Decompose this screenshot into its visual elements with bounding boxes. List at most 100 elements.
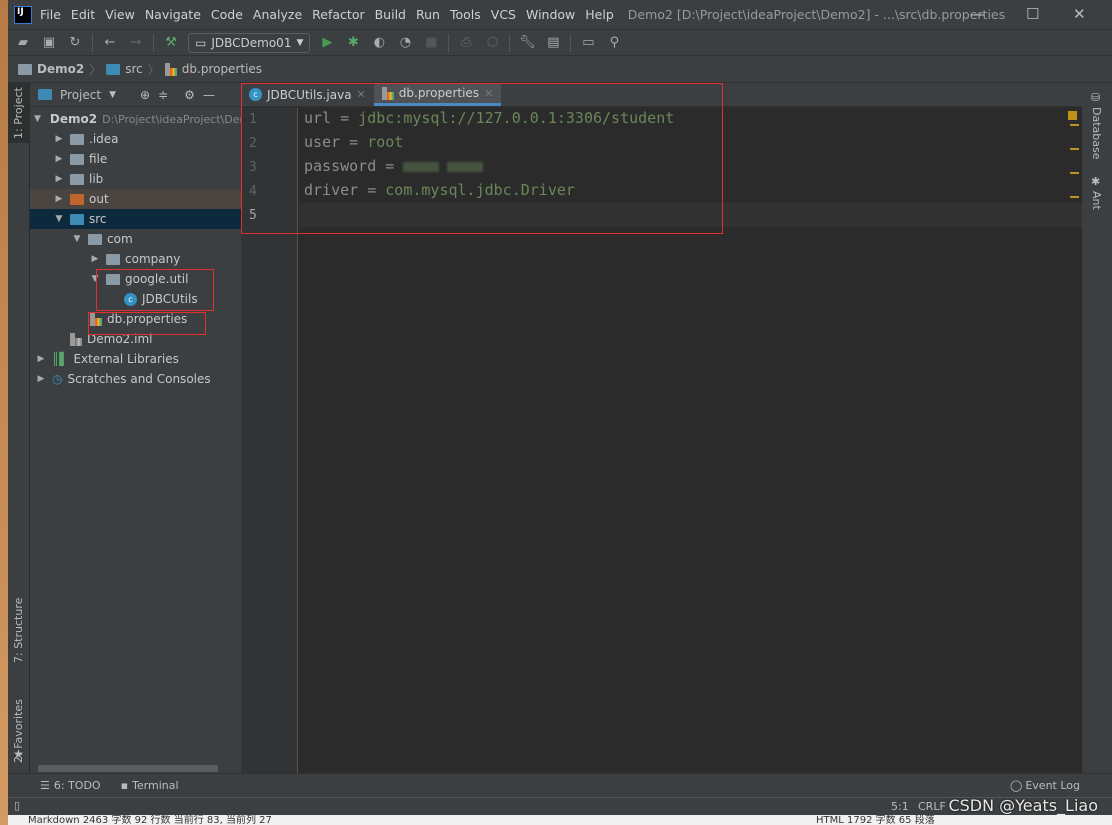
menu-view[interactable]: View [105, 7, 135, 22]
maximize-icon[interactable]: ☐ [1026, 5, 1039, 23]
horizontal-scrollbar[interactable] [38, 765, 218, 772]
background-status-left: Markdown 2463 字数 92 行数 当前行 83, 当前列 27 [28, 815, 272, 825]
highlight-box [96, 269, 214, 311]
menu-help[interactable]: Help [585, 7, 614, 22]
tree-item-out[interactable]: ▶ out [30, 189, 241, 209]
collapsed-arrow-icon[interactable]: ▶ [52, 194, 66, 204]
locate-icon[interactable]: ⊕ [140, 88, 150, 102]
caret-position[interactable]: 5:1 [891, 800, 909, 813]
run-icon[interactable]: ▶ [318, 34, 336, 52]
tree-label: com [107, 232, 133, 246]
tree-label: lib [89, 172, 104, 186]
deploy-icon[interactable]: ⬡ [483, 34, 501, 52]
minimize-icon[interactable]: — [970, 5, 985, 23]
terminal-window-icon[interactable]: ▭ [579, 34, 597, 52]
toggle-tool-windows-icon[interactable]: ▯ [14, 799, 20, 812]
collapsed-arrow-icon[interactable]: ▶ [52, 174, 66, 184]
background-editor-status: Markdown 2463 字数 92 行数 当前行 83, 当前列 27 HT… [8, 815, 1112, 825]
terminal-tool-button[interactable]: Terminal [132, 779, 179, 792]
tree-item-scratches[interactable]: ▶ ◷ Scratches and Consoles [30, 369, 241, 389]
collapsed-arrow-icon[interactable]: ▶ [34, 354, 48, 364]
hide-icon[interactable]: — [203, 88, 215, 102]
collapsed-arrow-icon[interactable]: ▶ [52, 134, 66, 144]
todo-tool-button[interactable]: 6: TODO [54, 779, 101, 792]
expanded-arrow-icon[interactable]: ▼ [70, 234, 84, 244]
editor: c JDBCUtils.java ✕ db.properties ✕ 1 2 3 4 … [241, 83, 1082, 773]
settings-wrench-icon[interactable]: 🔧︎ [518, 34, 536, 52]
project-tool-button[interactable]: 1: Project [12, 87, 25, 139]
chevron-down-icon: ▼ [296, 37, 304, 48]
close-icon[interactable]: ✕ [1073, 5, 1086, 23]
collapsed-arrow-icon[interactable]: ▶ [52, 154, 66, 164]
warning-marker[interactable] [1070, 148, 1079, 150]
event-log-button[interactable]: Event Log [1025, 779, 1080, 792]
warning-marker[interactable] [1070, 172, 1079, 174]
chevron-down-icon[interactable]: ▼ [109, 90, 116, 100]
coverage-icon[interactable]: ◐ [370, 34, 388, 52]
structure-tool-button[interactable]: 7: Structure [12, 598, 25, 663]
collapsed-arrow-icon[interactable]: ▶ [88, 254, 102, 264]
project-panel: Project ▼ ⊕ ≑ ⚙ — ▼ Demo2 D:\Project\ideaPr… [30, 83, 264, 773]
ide-window: IJ File Edit View Navigate Code Analyze Refact… [8, 0, 1112, 815]
collapse-all-icon[interactable]: ≑ [158, 88, 168, 102]
tree-label: .idea [89, 132, 119, 146]
project-structure-icon[interactable]: ▤ [544, 34, 562, 52]
menu-refactor[interactable]: Refactor [312, 7, 364, 22]
expanded-arrow-icon[interactable]: ▼ [52, 214, 66, 224]
database-tool-button[interactable]: Database [1090, 107, 1103, 160]
debug-bug-icon[interactable]: ✱ [344, 34, 362, 52]
gear-icon[interactable]: ⚙ [184, 88, 195, 102]
tree-item-src[interactable]: ▼ src [30, 209, 241, 229]
menu-code[interactable]: Code [211, 7, 243, 22]
inspection-status-icon[interactable] [1068, 111, 1077, 120]
tree-item-demo2[interactable]: ▼ Demo2 D:\Project\ideaProject\Demo2 [30, 109, 264, 129]
menu-file[interactable]: File [40, 7, 61, 22]
tree-item-file[interactable]: ▶ file [30, 149, 241, 169]
warning-marker[interactable] [1070, 124, 1079, 126]
expanded-arrow-icon[interactable]: ▼ [34, 114, 41, 124]
build-hammer-icon[interactable]: ⚒ [162, 34, 180, 52]
ant-tool-button[interactable]: Ant [1090, 191, 1103, 210]
tree-item-lib[interactable]: ▶ lib [30, 169, 241, 189]
warning-marker[interactable] [1070, 196, 1079, 198]
excluded-folder-icon [70, 193, 84, 205]
forward-icon[interactable]: → [127, 34, 145, 52]
menu-window[interactable]: Window [526, 7, 575, 22]
scratches-clock-icon: ◷ [52, 372, 63, 386]
menu-vcs[interactable]: VCS [491, 7, 516, 22]
tree-path: D:\Project\ideaProject\Demo2 [102, 112, 264, 126]
run-configuration-select[interactable]: ▭ JDBCDemo01 ▼ [188, 32, 311, 53]
desktop-background [0, 0, 8, 825]
breadcrumb-demo2[interactable]: Demo2 [37, 62, 84, 76]
tree-item-external-libraries[interactable]: ▶ ║▌ External Libraries [30, 349, 241, 369]
menu-edit[interactable]: Edit [71, 7, 95, 22]
tree-item-idea[interactable]: ▶ .idea [30, 129, 241, 149]
folder-icon [106, 63, 121, 75]
collapsed-arrow-icon[interactable]: ▶ [34, 374, 48, 384]
stop-icon[interactable]: ■ [422, 34, 440, 52]
menu-run[interactable]: Run [416, 7, 440, 22]
line-separator[interactable]: CRLF [918, 800, 946, 813]
tree-label: out [89, 192, 109, 206]
profile-icon[interactable]: ◔ [396, 34, 414, 52]
tree-label: company [125, 252, 181, 266]
open-icon[interactable]: ▰ [14, 34, 32, 52]
menu-analyze[interactable]: Analyze [253, 7, 302, 22]
intellij-logo: IJ [14, 5, 32, 24]
tree-item-company[interactable]: ▶ company [30, 249, 241, 269]
save-icon[interactable]: ▣ [40, 34, 58, 52]
attach-icon[interactable]: ⎙ [457, 34, 475, 52]
highlight-box [241, 83, 723, 234]
sync-icon[interactable]: ↻ [66, 34, 84, 52]
status-bar: ▯ 5:1 CRLF [8, 797, 1112, 815]
project-view-select[interactable]: Project [60, 88, 101, 102]
package-icon [106, 253, 120, 265]
search-icon[interactable]: ⚲ [605, 34, 623, 52]
breadcrumb-file[interactable]: db.properties [182, 62, 262, 76]
menu-tools[interactable]: Tools [450, 7, 481, 22]
tree-item-com[interactable]: ▼ com [30, 229, 241, 249]
menu-navigate[interactable]: Navigate [145, 7, 201, 22]
breadcrumb-src[interactable]: src [125, 62, 143, 76]
menu-build[interactable]: Build [375, 7, 406, 22]
back-icon[interactable]: ← [101, 34, 119, 52]
